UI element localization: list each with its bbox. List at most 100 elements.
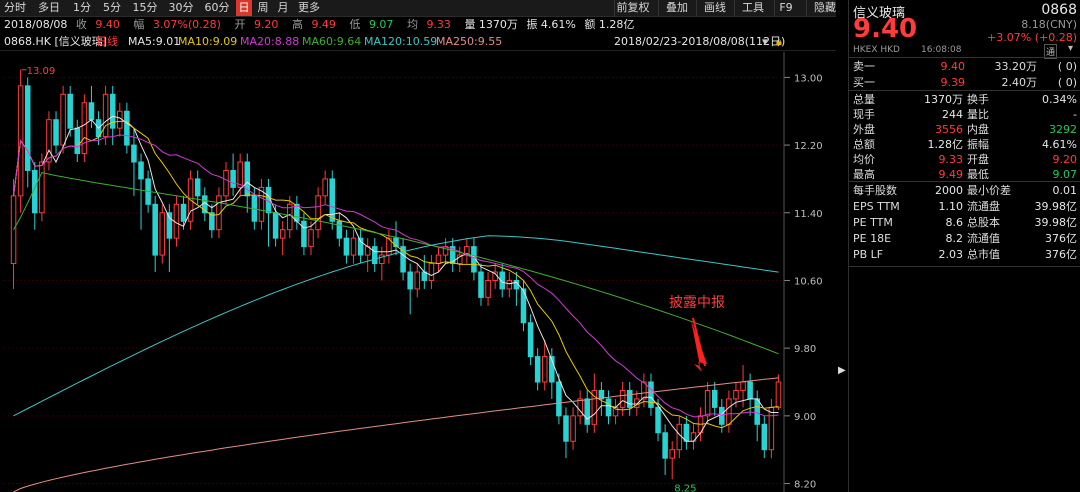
candle-up (39, 161, 45, 214)
order-book-row: 卖一 9.40 33.20万 ( 0) (853, 59, 1077, 75)
expand-icon[interactable]: ▾ (1068, 43, 1073, 54)
fundamental-label: EPS TTM (853, 200, 900, 213)
stat-label: 总量 (853, 93, 875, 106)
candle-up (350, 237, 357, 256)
candle-down (754, 398, 760, 425)
order-count: ( 0) (1057, 76, 1077, 89)
candle-down (747, 381, 753, 400)
chart-area: 分时 多日 1分 5分 15分 30分 60分日周月更多 前复权 叠加 画线 工具 F9 隐藏 201… (0, 0, 836, 492)
fundamental-value: 8.6 (945, 216, 964, 229)
candle-up (506, 279, 513, 290)
candle-up (315, 195, 321, 231)
candle-down (343, 237, 350, 256)
candle-down (719, 406, 725, 425)
candle-up (414, 271, 421, 290)
candle-up (279, 229, 286, 239)
fundamental-label: 总市值 (967, 248, 1000, 261)
last-price: 9.40 (853, 14, 918, 44)
candle-up (726, 398, 732, 425)
fundamental-label: 最小价差 (967, 184, 1011, 197)
stat-value: - (1073, 108, 1077, 121)
candle-up (775, 381, 782, 408)
stock-terminal-window: 分时 多日 1分 5分 15分 30分 60分日周月更多 前复权 叠加 画线 工具 F9 隐藏 201… (0, 0, 1080, 492)
fundamental-row: 每手股数 2000 最小价差 0.01 (853, 183, 1077, 199)
panel-toggle-icon[interactable]: ▶ (838, 365, 846, 385)
order-book-row: 买一 9.39 2.40万 ( 0) (853, 75, 1077, 91)
stat-value: 3556 (935, 123, 963, 136)
candle-up (570, 415, 576, 442)
order-side-label: 买一 (853, 76, 875, 89)
candle-down (534, 356, 541, 383)
stat-label: 振幅 (967, 138, 989, 151)
candle-down (53, 119, 59, 146)
fundamental-label: 流通值 (967, 232, 1000, 245)
fundamental-value: 2000 (935, 184, 963, 197)
candle-down (131, 144, 137, 163)
candle-down (272, 212, 279, 239)
candle-down (194, 178, 201, 197)
candle-down (761, 423, 768, 451)
quote-panel: 信义玻璃 0868 9.40 8.18(CNY) +3.07% (+0.28) … (848, 0, 1080, 492)
candle-down (88, 102, 95, 121)
fundamental-row: PE TTM 8.6 总股本 39.98亿 (853, 215, 1077, 231)
stat-value: 0.34% (1042, 93, 1077, 106)
candle-down (655, 406, 661, 434)
stock-code: 0868 (1041, 2, 1077, 18)
fundamental-row: PE 18E 8.2 流通值 376亿 (853, 231, 1077, 247)
candle-down (648, 381, 654, 408)
fundamental-value: 8.2 (945, 232, 964, 245)
stat-value: 9.33 (938, 153, 964, 166)
fundamental-value: 2.03 (938, 248, 964, 261)
candle-down (230, 169, 236, 188)
candle-down (301, 220, 307, 248)
stat-value: 1370万 (924, 93, 963, 106)
order-price: 9.39 (940, 76, 966, 89)
candle-up (541, 356, 548, 383)
stat-value: 244 (942, 108, 963, 121)
candle-up (435, 254, 442, 265)
candle-up (733, 389, 739, 400)
y-tick-label: 12.20 (794, 141, 823, 152)
ma120-line (13, 235, 779, 417)
candle-down (24, 85, 31, 171)
stat-label: 内盘 (967, 123, 989, 136)
fundamental-label: 总股本 (967, 216, 1000, 229)
fundamental-value: 0.01 (1052, 184, 1078, 197)
candle-up (485, 279, 491, 298)
stat-label: 量比 (967, 108, 989, 121)
candle-down (138, 161, 144, 180)
candle-up (308, 229, 314, 248)
stat-value: 3292 (1049, 123, 1077, 136)
candle-down (556, 381, 562, 417)
candle-up (46, 119, 52, 163)
exchange-label: HKEX HKD (853, 45, 900, 55)
candle-down (563, 415, 569, 442)
ma10-line (13, 120, 779, 429)
candle-down (711, 389, 718, 408)
stat-row: 外盘 3556 内盘 3292 (853, 122, 1077, 138)
stat-row: 现手 244 量比 - (853, 107, 1077, 123)
ma20-line (13, 134, 779, 418)
candle-down (478, 271, 484, 298)
ma60-line (13, 172, 779, 355)
fundamental-value: 376亿 (1045, 232, 1077, 245)
fundamental-label: 流通盘 (967, 200, 1000, 213)
candle-up (60, 93, 66, 146)
cny-price: 8.18(CNY) (1021, 18, 1077, 31)
candle-up (322, 178, 328, 197)
stat-label: 开盘 (967, 153, 989, 166)
fundamental-value: 39.98亿 (1034, 200, 1078, 213)
fundamental-row: PB LF 2.03 总市值 376亿 (853, 247, 1077, 263)
high-marker: 13.09 (27, 66, 56, 77)
quote-time: 16:08:08 (921, 45, 962, 55)
fundamental-value: 39.98亿 (1034, 216, 1078, 229)
fundamental-row: EPS TTM 1.10 流通盘 39.98亿 (853, 199, 1077, 215)
order-count: ( 0) (1057, 60, 1077, 73)
low-marker: 8.25 (674, 483, 696, 492)
candlestick-chart[interactable]: 13.00 12.20 11.40 10.60 9.80 9.00 8.20 13.09 8.2… (0, 0, 836, 492)
candle-down (180, 203, 187, 222)
candle-down (67, 93, 73, 129)
candle-up (81, 102, 88, 155)
price-change: +3.07% (+0.28) (987, 31, 1077, 44)
candle-down (371, 246, 378, 265)
